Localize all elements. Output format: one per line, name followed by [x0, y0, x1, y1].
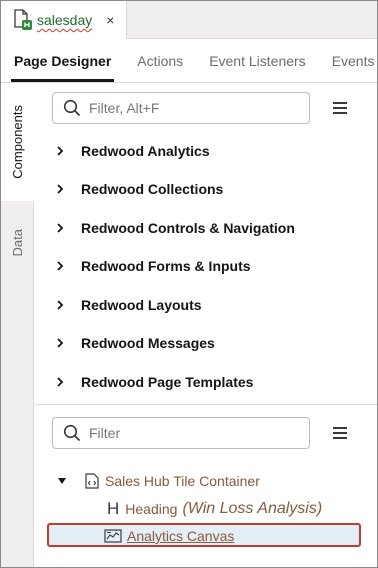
component-group-label: Redwood Forms & Inputs: [81, 258, 251, 274]
components-filter-input[interactable]: [89, 100, 299, 116]
side-tab-label: Components: [9, 105, 25, 179]
side-tab-rail: Components Data: [1, 83, 34, 567]
structure-filter-field[interactable]: [52, 417, 310, 449]
tab-event-listeners[interactable]: Event Listeners: [196, 39, 319, 82]
tab-label: Event Listeners: [209, 52, 306, 69]
component-group-label: Redwood Controls & Navigation: [81, 220, 295, 236]
components-panel: Redwood Analytics Redwood Collections Re…: [35, 83, 377, 404]
tab-actions[interactable]: Actions: [124, 39, 196, 82]
tree-node-label: Heading: [125, 501, 178, 517]
chevron-right-icon: [57, 146, 64, 156]
component-group-redwood-analytics[interactable]: Redwood Analytics: [35, 132, 377, 170]
tree-node-label: Analytics Canvas: [127, 528, 235, 544]
component-group-label: Redwood Layouts: [81, 297, 202, 313]
page-file-icon: [13, 9, 33, 31]
component-group-label: Redwood Messages: [81, 335, 215, 351]
close-tab-icon[interactable]: ×: [106, 12, 114, 28]
chevron-right-icon: [57, 261, 64, 271]
tree-node-heading[interactable]: H Heading (Win Loss Analysis): [107, 496, 322, 522]
component-group-redwood-layouts[interactable]: Redwood Layouts: [35, 286, 377, 324]
file-tab-salesday[interactable]: salesday ×: [1, 1, 127, 39]
component-group-redwood-forms-inputs[interactable]: Redwood Forms & Inputs: [35, 247, 377, 285]
chevron-right-icon: [57, 377, 64, 387]
tab-events[interactable]: Events: [319, 39, 377, 82]
tab-page-designer[interactable]: Page Designer: [1, 39, 124, 82]
page-designer-window: salesday × Page Designer Actions Event L…: [0, 0, 378, 568]
chevron-right-icon: [57, 223, 64, 233]
chevron-right-icon: [57, 300, 64, 310]
designer-tab-bar: Page Designer Actions Event Listeners Ev…: [1, 39, 377, 83]
chevron-right-icon: [57, 184, 64, 194]
components-filter-field[interactable]: [52, 92, 310, 124]
caret-down-icon[interactable]: [57, 477, 67, 485]
container-component-icon: [85, 473, 99, 489]
component-group-redwood-page-templates[interactable]: Redwood Page Templates: [35, 363, 377, 401]
search-icon: [63, 99, 81, 117]
file-tab-label: salesday: [37, 12, 93, 28]
component-group-redwood-controls-navigation[interactable]: Redwood Controls & Navigation: [35, 209, 377, 247]
search-icon: [63, 424, 81, 442]
structure-menu-icon[interactable]: [333, 427, 347, 439]
component-group-redwood-messages[interactable]: Redwood Messages: [35, 324, 377, 362]
component-group-redwood-collections[interactable]: Redwood Collections: [35, 170, 377, 208]
structure-filter-input[interactable]: [89, 425, 299, 441]
component-group-label: Redwood Analytics: [81, 143, 210, 159]
side-tab-label: Data: [10, 229, 25, 257]
component-group-label: Redwood Page Templates: [81, 374, 254, 390]
side-tab-data[interactable]: Data: [1, 203, 34, 283]
analytics-canvas-icon: [104, 529, 122, 543]
tree-node-detail: (Win Loss Analysis): [182, 500, 323, 517]
tree-node-label: Sales Hub Tile Container: [105, 473, 260, 489]
tree-node-sales-hub-tile-container[interactable]: Sales Hub Tile Container: [57, 468, 260, 494]
tab-label: Page Designer: [14, 52, 112, 69]
side-tab-components[interactable]: Components: [1, 83, 34, 201]
tab-label: Events: [331, 52, 375, 69]
chevron-right-icon: [57, 338, 64, 348]
tree-node-analytics-canvas[interactable]: Analytics Canvas: [104, 523, 234, 549]
tab-label: Actions: [137, 52, 184, 69]
components-menu-icon[interactable]: [333, 102, 347, 114]
heading-icon: H: [107, 499, 120, 518]
component-group-label: Redwood Collections: [81, 181, 224, 197]
file-tab-strip: salesday ×: [1, 1, 377, 39]
